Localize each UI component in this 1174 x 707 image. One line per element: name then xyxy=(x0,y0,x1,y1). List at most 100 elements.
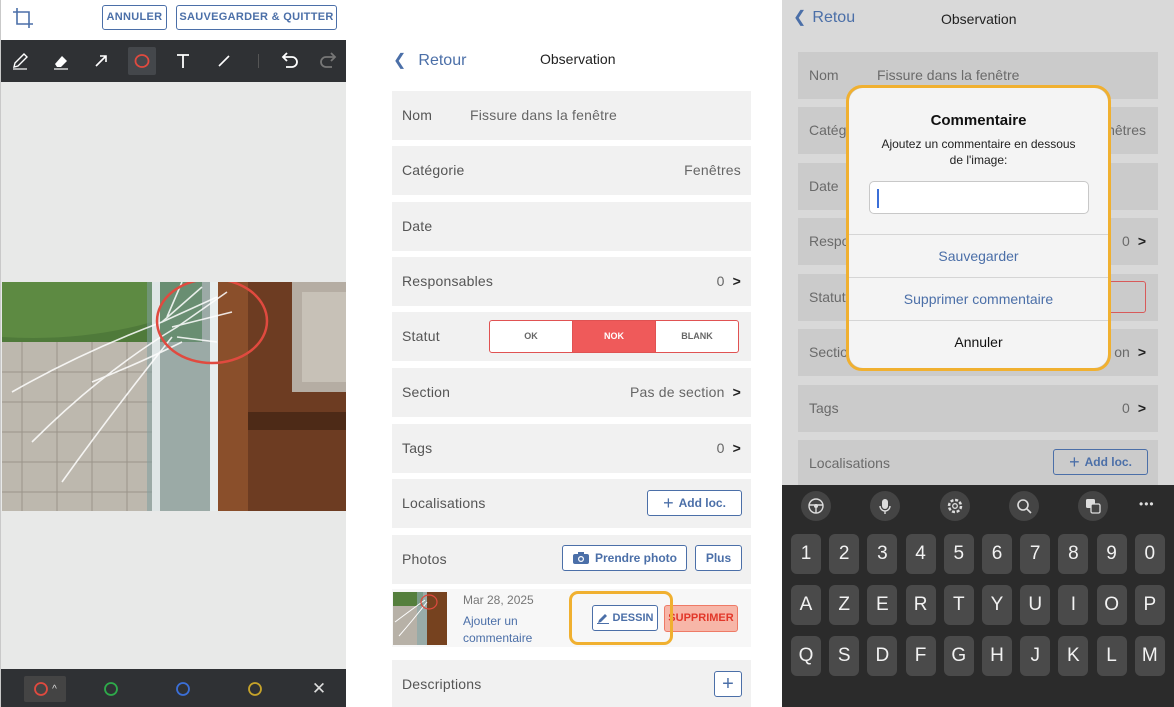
more-button[interactable]: Plus xyxy=(695,545,742,571)
key-u[interactable]: U xyxy=(1020,585,1051,625)
virtual-keyboard: ••• 1234567890 AZERTYUIOP QSDFGHJKLM xyxy=(782,485,1174,707)
add-comment-line1: Ajouter un xyxy=(463,614,518,628)
key-d[interactable]: D xyxy=(867,636,898,676)
undo-icon[interactable] xyxy=(275,47,303,75)
field-localisations: Localisations + Add loc. xyxy=(392,479,751,528)
steering-icon[interactable] xyxy=(801,491,831,521)
field-statut: Statut OK NOK BLANK xyxy=(392,312,751,361)
color-green[interactable] xyxy=(101,676,121,702)
photo-thumbnail[interactable] xyxy=(393,592,447,645)
blue-color-icon xyxy=(176,682,190,696)
key-f[interactable]: F xyxy=(905,636,936,676)
back-label: Retou xyxy=(812,9,856,26)
key-j[interactable]: J xyxy=(1020,636,1051,676)
key-y[interactable]: Y xyxy=(982,585,1012,625)
translate-icon[interactable] xyxy=(1078,491,1108,521)
statut-blank[interactable]: BLANK xyxy=(656,321,738,352)
plus-icon: + xyxy=(1069,451,1080,472)
tags-label: Tags xyxy=(809,400,839,416)
key-p[interactable]: P xyxy=(1134,585,1165,625)
key-l[interactable]: L xyxy=(1096,636,1127,676)
red-color-icon xyxy=(34,682,49,696)
line-icon[interactable] xyxy=(210,47,238,75)
field-responsables[interactable]: Responsables 0 > xyxy=(392,257,751,306)
toolbar-divider xyxy=(258,54,259,68)
field-categorie[interactable]: Catégorie Fenêtres xyxy=(392,146,751,195)
key-t[interactable]: T xyxy=(943,585,974,625)
tags-label: Tags xyxy=(402,440,433,456)
highlight-draw-button xyxy=(569,591,673,645)
field-photos: Photos Prendre photo Plus xyxy=(392,535,751,584)
back-link[interactable]: ❮ Retour xyxy=(393,50,466,70)
color-caret: ^ xyxy=(52,683,57,695)
add-description-button[interactable]: + xyxy=(714,671,742,697)
mic-icon[interactable] xyxy=(870,491,900,521)
pen-icon[interactable] xyxy=(6,47,34,75)
arrow-icon[interactable] xyxy=(87,47,115,75)
key-0[interactable]: 0 xyxy=(1134,534,1165,574)
photo-date: Mar 28, 2025 xyxy=(463,593,534,607)
key-g[interactable]: G xyxy=(943,636,974,676)
statut-nok[interactable]: NOK xyxy=(573,321,656,352)
close-icon[interactable]: ✕ xyxy=(309,676,329,702)
key-3[interactable]: 3 xyxy=(867,534,898,574)
responsables-count: 0 xyxy=(1122,233,1130,249)
page-title: Observation xyxy=(941,11,1017,27)
key-h[interactable]: H xyxy=(982,636,1012,676)
text-icon[interactable] xyxy=(169,47,197,75)
chevron-right-icon: > xyxy=(732,273,741,289)
take-photo-label: Prendre photo xyxy=(594,551,677,565)
key-9[interactable]: 9 xyxy=(1096,534,1127,574)
redo-icon[interactable] xyxy=(315,47,343,75)
key-a[interactable]: A xyxy=(791,585,821,625)
key-z[interactable]: Z xyxy=(829,585,860,625)
color-yellow[interactable] xyxy=(245,676,265,702)
crop-icon[interactable] xyxy=(11,6,35,30)
chevron-right-icon: > xyxy=(732,384,741,400)
more-icon[interactable]: ••• xyxy=(1139,497,1155,511)
page-title: Observation xyxy=(540,51,616,67)
key-r[interactable]: R xyxy=(905,585,936,625)
key-4[interactable]: 4 xyxy=(905,534,936,574)
key-e[interactable]: E xyxy=(867,585,898,625)
chevron-right-icon: > xyxy=(1137,233,1146,249)
photos-label: Photos xyxy=(402,551,447,567)
key-8[interactable]: 8 xyxy=(1058,534,1089,574)
search-icon[interactable] xyxy=(1009,491,1039,521)
back-link[interactable]: ❮ Retou xyxy=(793,7,855,27)
statut-label: Statut xyxy=(809,289,846,305)
take-photo-button[interactable]: Prendre photo xyxy=(562,545,687,571)
field-date[interactable]: Date xyxy=(392,202,751,251)
section-label: Sectio xyxy=(809,344,848,360)
color-blue[interactable] xyxy=(173,676,193,702)
key-7[interactable]: 7 xyxy=(1020,534,1051,574)
field-nom[interactable]: Nom Fissure dans la fenêtre xyxy=(392,91,751,140)
color-red-selected[interactable]: ^ xyxy=(24,676,66,702)
key-6[interactable]: 6 xyxy=(982,534,1012,574)
add-location-button[interactable]: + Add loc. xyxy=(647,490,742,516)
save-and-quit-button[interactable]: SAUVEGARDER & QUITTER xyxy=(176,5,337,30)
add-comment-link[interactable]: Ajouter un commentaire xyxy=(463,613,532,647)
statut-ok[interactable]: OK xyxy=(490,321,573,352)
key-k[interactable]: K xyxy=(1058,636,1089,676)
delete-photo-button[interactable]: SUPPRIMER xyxy=(664,605,738,632)
eraser-icon[interactable] xyxy=(47,47,75,75)
circle-icon[interactable] xyxy=(128,47,156,75)
nom-label: Nom xyxy=(809,67,839,83)
key-o[interactable]: O xyxy=(1096,585,1127,625)
key-q[interactable]: Q xyxy=(791,636,821,676)
key-m[interactable]: M xyxy=(1134,636,1165,676)
key-1[interactable]: 1 xyxy=(791,534,821,574)
settings-icon[interactable] xyxy=(940,491,970,521)
observation-form-panel: ❮ Retour Observation Nom Fissure dans la … xyxy=(346,0,782,707)
nom-label: Nom xyxy=(402,107,433,123)
key-5[interactable]: 5 xyxy=(943,534,974,574)
cancel-button[interactable]: ANNULER xyxy=(102,5,167,30)
key-2[interactable]: 2 xyxy=(829,534,860,574)
key-i[interactable]: I xyxy=(1058,585,1089,625)
field-descriptions: Descriptions + xyxy=(392,660,751,707)
field-tags[interactable]: Tags 0 > xyxy=(392,424,751,473)
field-section[interactable]: Section Pas de section > xyxy=(392,368,751,417)
key-s[interactable]: S xyxy=(829,636,860,676)
statut-segmented-control: OK NOK BLANK xyxy=(489,320,739,353)
